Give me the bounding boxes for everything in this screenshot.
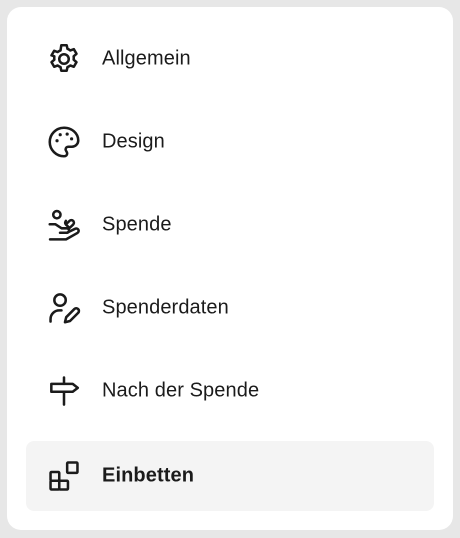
palette-icon — [45, 123, 83, 161]
menu-item-design[interactable]: Design — [26, 107, 434, 177]
menu-item-label: Spende — [102, 213, 172, 236]
menu-item-einbetten[interactable]: Einbetten — [26, 441, 434, 511]
hand-donation-icon — [45, 206, 83, 244]
menu-item-nach-der-spende[interactable]: Nach der Spende — [26, 356, 434, 426]
menu-item-spenderdaten[interactable]: Spenderdaten — [26, 273, 434, 343]
settings-menu-panel: Allgemein Design Spende Spenderdaten Nac… — [7, 7, 453, 530]
gear-icon — [45, 40, 83, 78]
signpost-icon — [45, 372, 83, 410]
menu-item-allgemein[interactable]: Allgemein — [26, 24, 434, 94]
menu-item-label: Nach der Spende — [102, 379, 260, 402]
menu-item-label: Spenderdaten — [102, 296, 229, 319]
menu-item-label: Einbetten — [102, 464, 195, 487]
embed-blocks-icon — [45, 457, 83, 495]
menu-item-label: Design — [102, 130, 165, 153]
user-edit-icon — [45, 289, 83, 327]
menu-item-spende[interactable]: Spende — [26, 190, 434, 260]
menu-item-label: Allgemein — [102, 47, 191, 70]
